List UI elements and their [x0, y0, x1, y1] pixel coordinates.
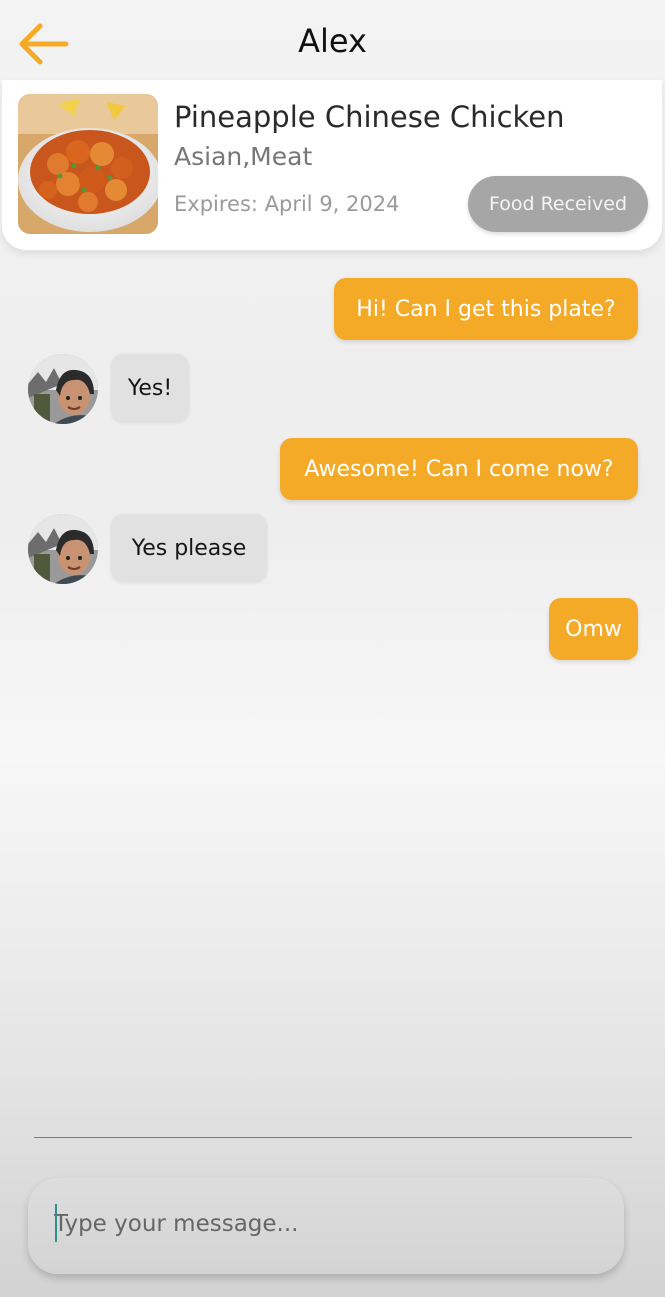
food-title: Pineapple Chinese Chicken: [174, 100, 565, 134]
avatar-photo-icon: [28, 514, 98, 584]
message-composer: [28, 1178, 624, 1274]
food-tags: Asian,Meat: [174, 142, 313, 171]
text-caret: [55, 1204, 57, 1242]
food-listing-card: Pineapple Chinese Chicken Asian,Meat Exp…: [2, 80, 662, 250]
outgoing-message: Awesome! Can I come now?: [280, 438, 638, 500]
chat-title: Alex: [298, 22, 367, 60]
outgoing-message: Omw: [549, 598, 638, 660]
avatar: [28, 514, 98, 584]
message-input[interactable]: [54, 1204, 594, 1244]
food-image: [18, 94, 158, 234]
avatar: [28, 354, 98, 424]
food-photo-icon: [18, 94, 158, 234]
food-received-button[interactable]: Food Received: [468, 176, 648, 232]
avatar-photo-icon: [28, 354, 98, 424]
composer-divider: [34, 1137, 632, 1138]
chat-header: Alex: [0, 0, 665, 90]
incoming-message: Yes please: [111, 514, 267, 582]
incoming-message: Yes!: [111, 354, 189, 422]
outgoing-message: Hi! Can I get this plate?: [334, 278, 638, 340]
food-expiry-date: Expires: April 9, 2024: [174, 192, 400, 216]
